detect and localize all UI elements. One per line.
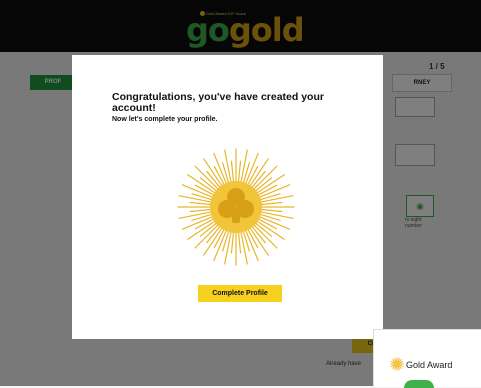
gold-award-title: Gold Award [406,360,453,370]
complete-profile-button[interactable]: Complete Profile [198,285,282,302]
modal-title: Congratulations, you've have created you… [112,91,324,114]
gold-award-logo-fragment [404,380,434,388]
congratulations-modal: Congratulations, you've have created you… [72,55,383,339]
gold-award-preview-card: Gold Award [373,329,481,388]
gold-trefoil-sunburst-icon [177,148,295,266]
modal-subtitle: Now let's complete your profile. [112,116,218,123]
gold-award-sun-icon [390,357,404,371]
